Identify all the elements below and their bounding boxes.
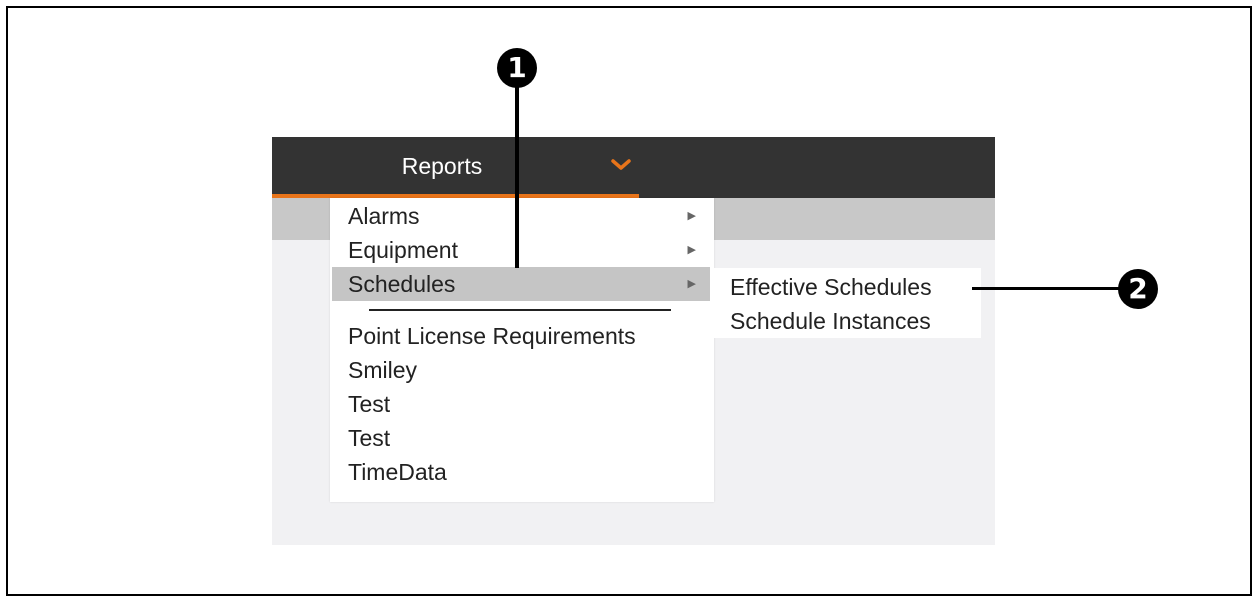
submenu-item-label: Effective Schedules — [730, 274, 932, 300]
submenu-item-schedule-instances[interactable]: Schedule Instances — [713, 304, 981, 338]
tab-reports[interactable]: Reports — [272, 137, 639, 198]
callout-badge-2: 2 — [1118, 269, 1158, 309]
callout-line-2 — [972, 287, 1122, 290]
submenu-arrow-icon: ▶ — [687, 244, 696, 256]
menu-item-equipment[interactable]: Equipment ▶ — [330, 233, 714, 267]
tab-reports-label: Reports — [401, 153, 483, 179]
menu-item-schedules[interactable]: Schedules ▶ — [332, 267, 710, 301]
menu-item-point-license-requirements[interactable]: Point License Requirements — [330, 319, 714, 353]
menu-item-timedata[interactable]: TimeData — [330, 455, 714, 489]
menu-item-label: Schedules — [348, 271, 456, 297]
menu-item-label: Test — [348, 425, 391, 451]
menu-item-label: TimeData — [348, 459, 447, 485]
menu-divider — [369, 309, 671, 311]
callout-badge-1: 1 — [497, 48, 537, 88]
menu-item-test[interactable]: Test — [330, 387, 714, 421]
callout-line-1 — [515, 86, 519, 268]
menu-item-label: Point License Requirements — [348, 323, 636, 349]
menu-item-label: Alarms — [348, 203, 420, 229]
submenu-item-effective-schedules[interactable]: Effective Schedules — [713, 270, 981, 304]
menu-item-smiley[interactable]: Smiley — [330, 353, 714, 387]
menu-item-label: Test — [348, 391, 391, 417]
reports-dropdown-menu: Alarms ▶ Equipment ▶ Schedules ▶ Point L… — [330, 198, 714, 502]
submenu-arrow-icon: ▶ — [687, 278, 696, 290]
menu-item-test[interactable]: Test — [330, 421, 714, 455]
menu-item-alarms[interactable]: Alarms ▶ — [330, 199, 714, 233]
top-nav-bar: Reports — [272, 137, 995, 198]
submenu-arrow-icon: ▶ — [687, 210, 696, 222]
chevron-down-icon[interactable] — [610, 155, 632, 173]
menu-item-label: Smiley — [348, 357, 418, 383]
menu-item-label: Equipment — [348, 237, 458, 263]
schedules-submenu: Effective Schedules Schedule Instances — [713, 268, 981, 338]
submenu-item-label: Schedule Instances — [730, 308, 931, 334]
